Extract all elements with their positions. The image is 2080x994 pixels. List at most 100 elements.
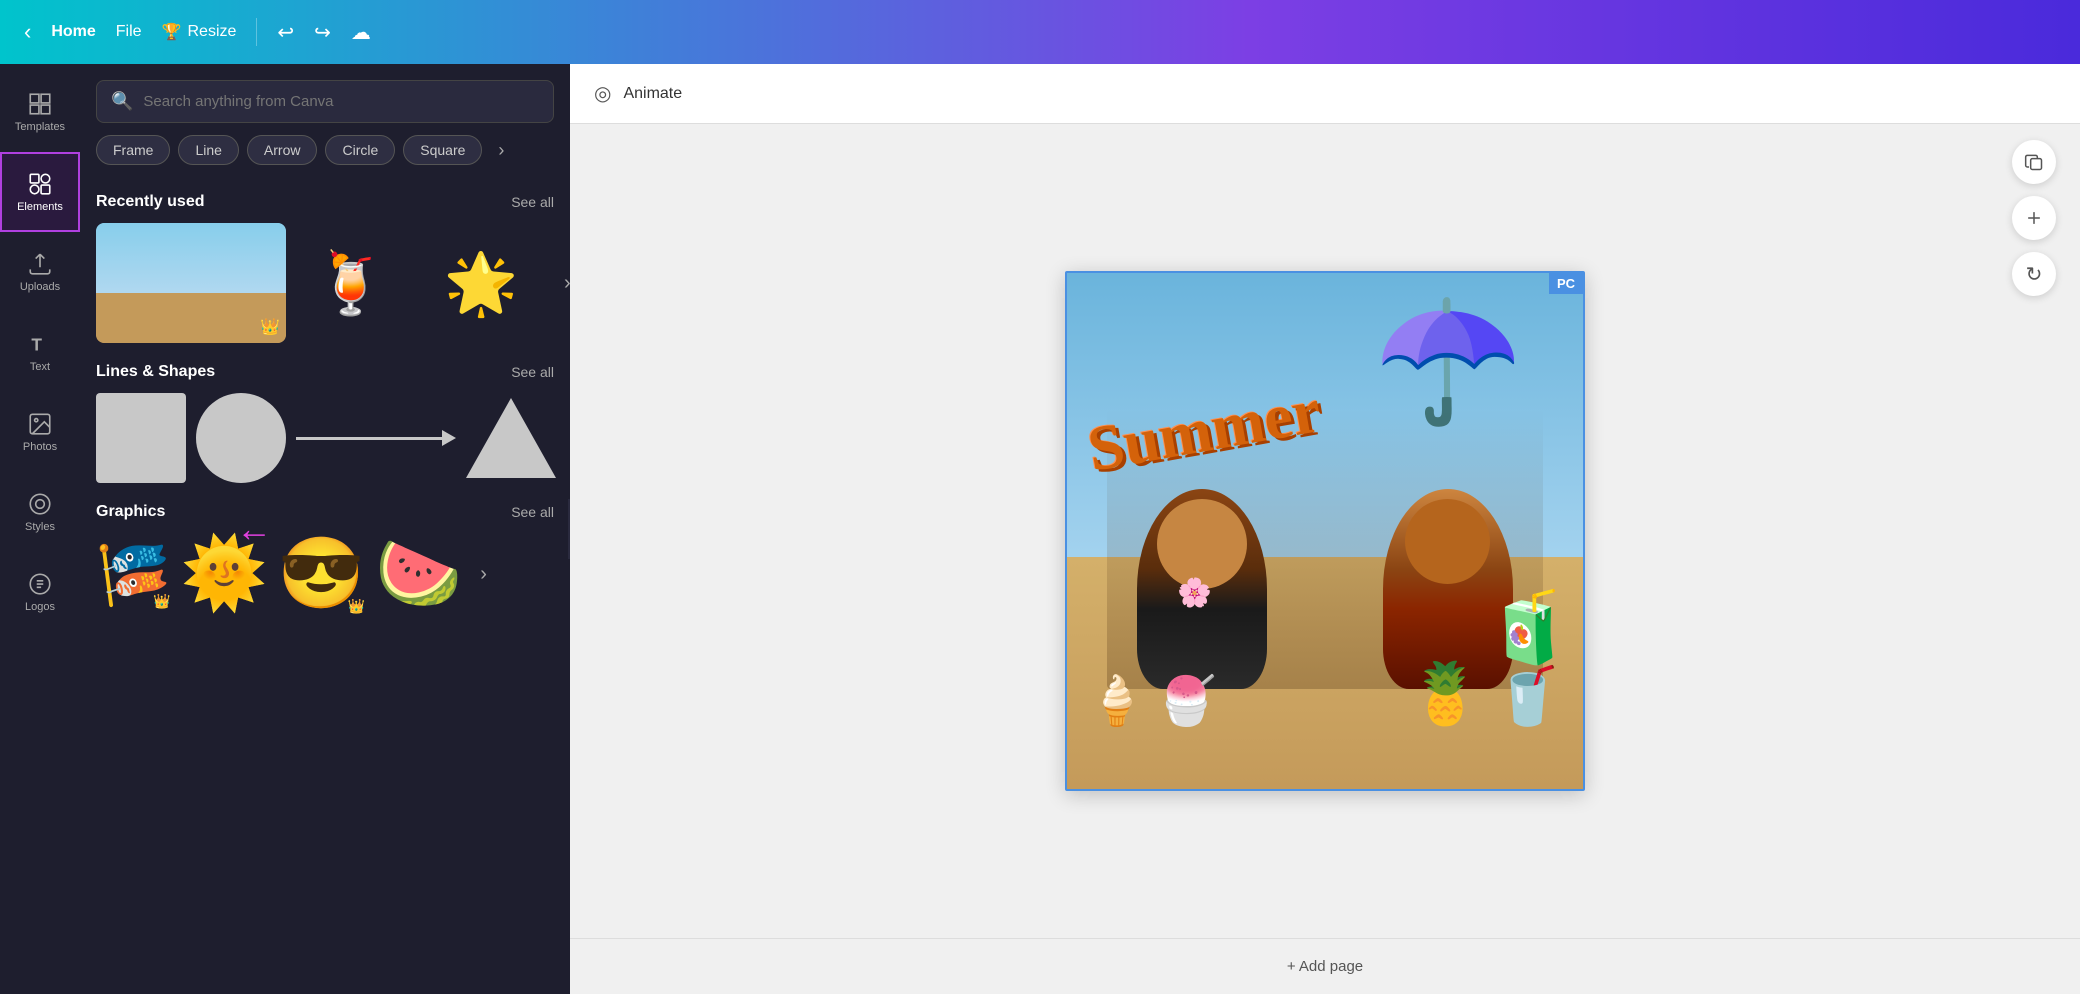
undo-button[interactable]: ↩ <box>277 20 294 45</box>
beach-image: 👑 <box>96 223 286 343</box>
add-page-bar: + Add page <box>570 938 2080 994</box>
sidebar-item-text[interactable]: T Text <box>0 312 80 392</box>
lines-shapes-see-all[interactable]: See all <box>511 364 554 380</box>
duplicate-button[interactable] <box>2012 140 2056 184</box>
ice-cream-1-icon: 🍦 <box>1087 672 1147 729</box>
filter-chips: Frame Line Arrow Circle Square › <box>80 135 570 177</box>
drink-image: 🍹 <box>301 233 401 333</box>
sidebar-item-elements-label: Elements <box>17 201 63 213</box>
arrow-head <box>442 430 456 446</box>
resize-label: Resize <box>187 23 236 41</box>
sidebar-item-uploads[interactable]: Uploads <box>0 232 80 312</box>
pink-arrow-indicator: ← <box>236 508 272 550</box>
add-page-button[interactable] <box>2012 196 2056 240</box>
chip-square[interactable]: Square <box>403 135 482 165</box>
canvas-card[interactable]: PC ☂️ Summer <box>1065 271 1585 791</box>
animate-icon: ◎ <box>594 81 611 106</box>
sidebar-item-elements[interactable]: Elements <box>0 152 80 232</box>
recently-used-grid: 👑 🍹 🌟 › <box>96 223 554 343</box>
sidebar: Templates Elements Uploads T Text Photos… <box>0 64 80 994</box>
crown-icon: 👑 <box>260 317 280 337</box>
elements-panel: ← 🔍 Frame Line Arrow Circle Square › Rec… <box>80 64 570 994</box>
chip-arrow[interactable]: Arrow <box>247 135 318 165</box>
summer-scene: ☂️ Summer 🧃 <box>1067 273 1583 789</box>
scene-ice-creams: 🍦 🍧 <box>1087 672 1217 729</box>
sidebar-item-uploads-label: Uploads <box>20 281 60 293</box>
crown-icon-2: 👑 <box>348 598 365 615</box>
shapes-grid: › <box>96 393 554 483</box>
sidebar-item-text-label: Text <box>30 361 50 373</box>
home-button[interactable]: Home <box>51 23 95 41</box>
canvas-wrapper: ↻ PC ☂️ Summer <box>570 124 2080 938</box>
resize-icon: 🏆 <box>162 22 182 42</box>
sidebar-item-styles-label: Styles <box>25 521 55 533</box>
chip-frame[interactable]: Frame <box>96 135 170 165</box>
add-page-button-bottom[interactable]: + Add page <box>1287 958 1363 975</box>
scene-green-drink-icon: 🥤 <box>1493 663 1563 729</box>
search-input[interactable] <box>143 93 539 110</box>
recent-item-drink[interactable]: 🍹 <box>296 228 406 338</box>
recently-used-see-all[interactable]: See all <box>511 194 554 210</box>
sidebar-item-styles[interactable]: Styles <box>0 472 80 552</box>
recently-used-header: Recently used See all <box>96 193 554 211</box>
sidebar-item-logos-label: Logos <box>25 601 55 613</box>
graphics-header: Graphics See all <box>96 503 554 521</box>
main-area: Templates Elements Uploads T Text Photos… <box>0 64 2080 994</box>
scene-drink-icon: 🧃 <box>1486 587 1573 669</box>
svg-text:T: T <box>31 335 42 355</box>
recently-used-title: Recently used <box>96 193 204 211</box>
kid-face-2 <box>1405 499 1490 584</box>
cloud-save-button[interactable]: ☁ <box>351 20 371 45</box>
shape-arrow-item[interactable] <box>296 430 456 446</box>
graphics-next-button[interactable]: › <box>472 555 495 594</box>
sidebar-item-templates-label: Templates <box>15 121 65 133</box>
search-icon: 🔍 <box>111 91 133 112</box>
scene-flower-icon: 🌸 <box>1177 576 1212 609</box>
animate-label[interactable]: Animate <box>623 85 682 103</box>
graphic-bunting[interactable]: 🎏 👑 <box>96 539 171 610</box>
chip-circle[interactable]: Circle <box>325 135 395 165</box>
recent-item-sun[interactable]: 🌟 <box>416 228 546 338</box>
shape-circle[interactable] <box>196 393 286 483</box>
back-button[interactable]: ‹ <box>24 19 31 45</box>
recent-next-button[interactable]: › <box>556 264 570 303</box>
search-bar[interactable]: 🔍 <box>96 80 554 123</box>
chip-line[interactable]: Line <box>178 135 238 165</box>
circle-shape <box>196 393 286 483</box>
crown-icon: 👑 <box>153 593 170 610</box>
recent-item-beach[interactable]: 👑 <box>96 223 286 343</box>
shape-square[interactable] <box>96 393 186 483</box>
triangle-shape <box>466 398 556 478</box>
sidebar-item-photos[interactable]: Photos <box>0 392 80 472</box>
hide-panel-button[interactable]: ‹ <box>568 499 570 559</box>
sidebar-item-photos-label: Photos <box>23 441 57 453</box>
graphic-sun-sunglasses[interactable]: 😎 👑 <box>278 533 365 615</box>
canvas-area: ◎ Animate ↻ PC <box>570 64 2080 994</box>
lines-shapes-header: Lines & Shapes See all <box>96 363 554 381</box>
sidebar-item-logos[interactable]: Logos <box>0 552 80 632</box>
panel-content: Recently used See all 👑 🍹 🌟 › <box>80 177 570 994</box>
ice-cream-2-icon: 🍧 <box>1157 672 1217 729</box>
sun-image: 🌟 <box>444 248 519 319</box>
square-shape <box>96 393 186 483</box>
graphics-grid: 🎏 👑 🌞 😎 👑 🍉 › <box>96 533 554 615</box>
arrow-line <box>296 437 442 440</box>
file-button[interactable]: File <box>116 23 142 41</box>
lines-shapes-title: Lines & Shapes <box>96 363 215 381</box>
graphics-title: Graphics <box>96 503 165 521</box>
resize-button[interactable]: 🏆 Resize <box>162 22 237 42</box>
topbar: ‹ Home File 🏆 Resize ↩ ↪ ☁ <box>0 0 2080 64</box>
rotate-button[interactable]: ↻ <box>2012 252 2056 296</box>
arrow-shape <box>296 430 456 446</box>
animate-bar: ◎ Animate <box>570 64 2080 124</box>
graphic-watermelon[interactable]: 🍉 <box>375 533 462 615</box>
sidebar-item-templates[interactable]: Templates <box>0 72 80 152</box>
canvas-tools: ↻ <box>2012 140 2056 296</box>
shape-triangle-item[interactable] <box>466 398 556 478</box>
watermelon-icon: 🍉 <box>375 533 462 615</box>
chips-more-button[interactable]: › <box>490 136 512 165</box>
redo-button[interactable]: ↪ <box>314 20 331 45</box>
topbar-left: ‹ Home File 🏆 Resize ↩ ↪ ☁ <box>24 18 2036 46</box>
graphics-see-all[interactable]: See all <box>511 504 554 520</box>
pc-badge: PC <box>1549 273 1583 294</box>
